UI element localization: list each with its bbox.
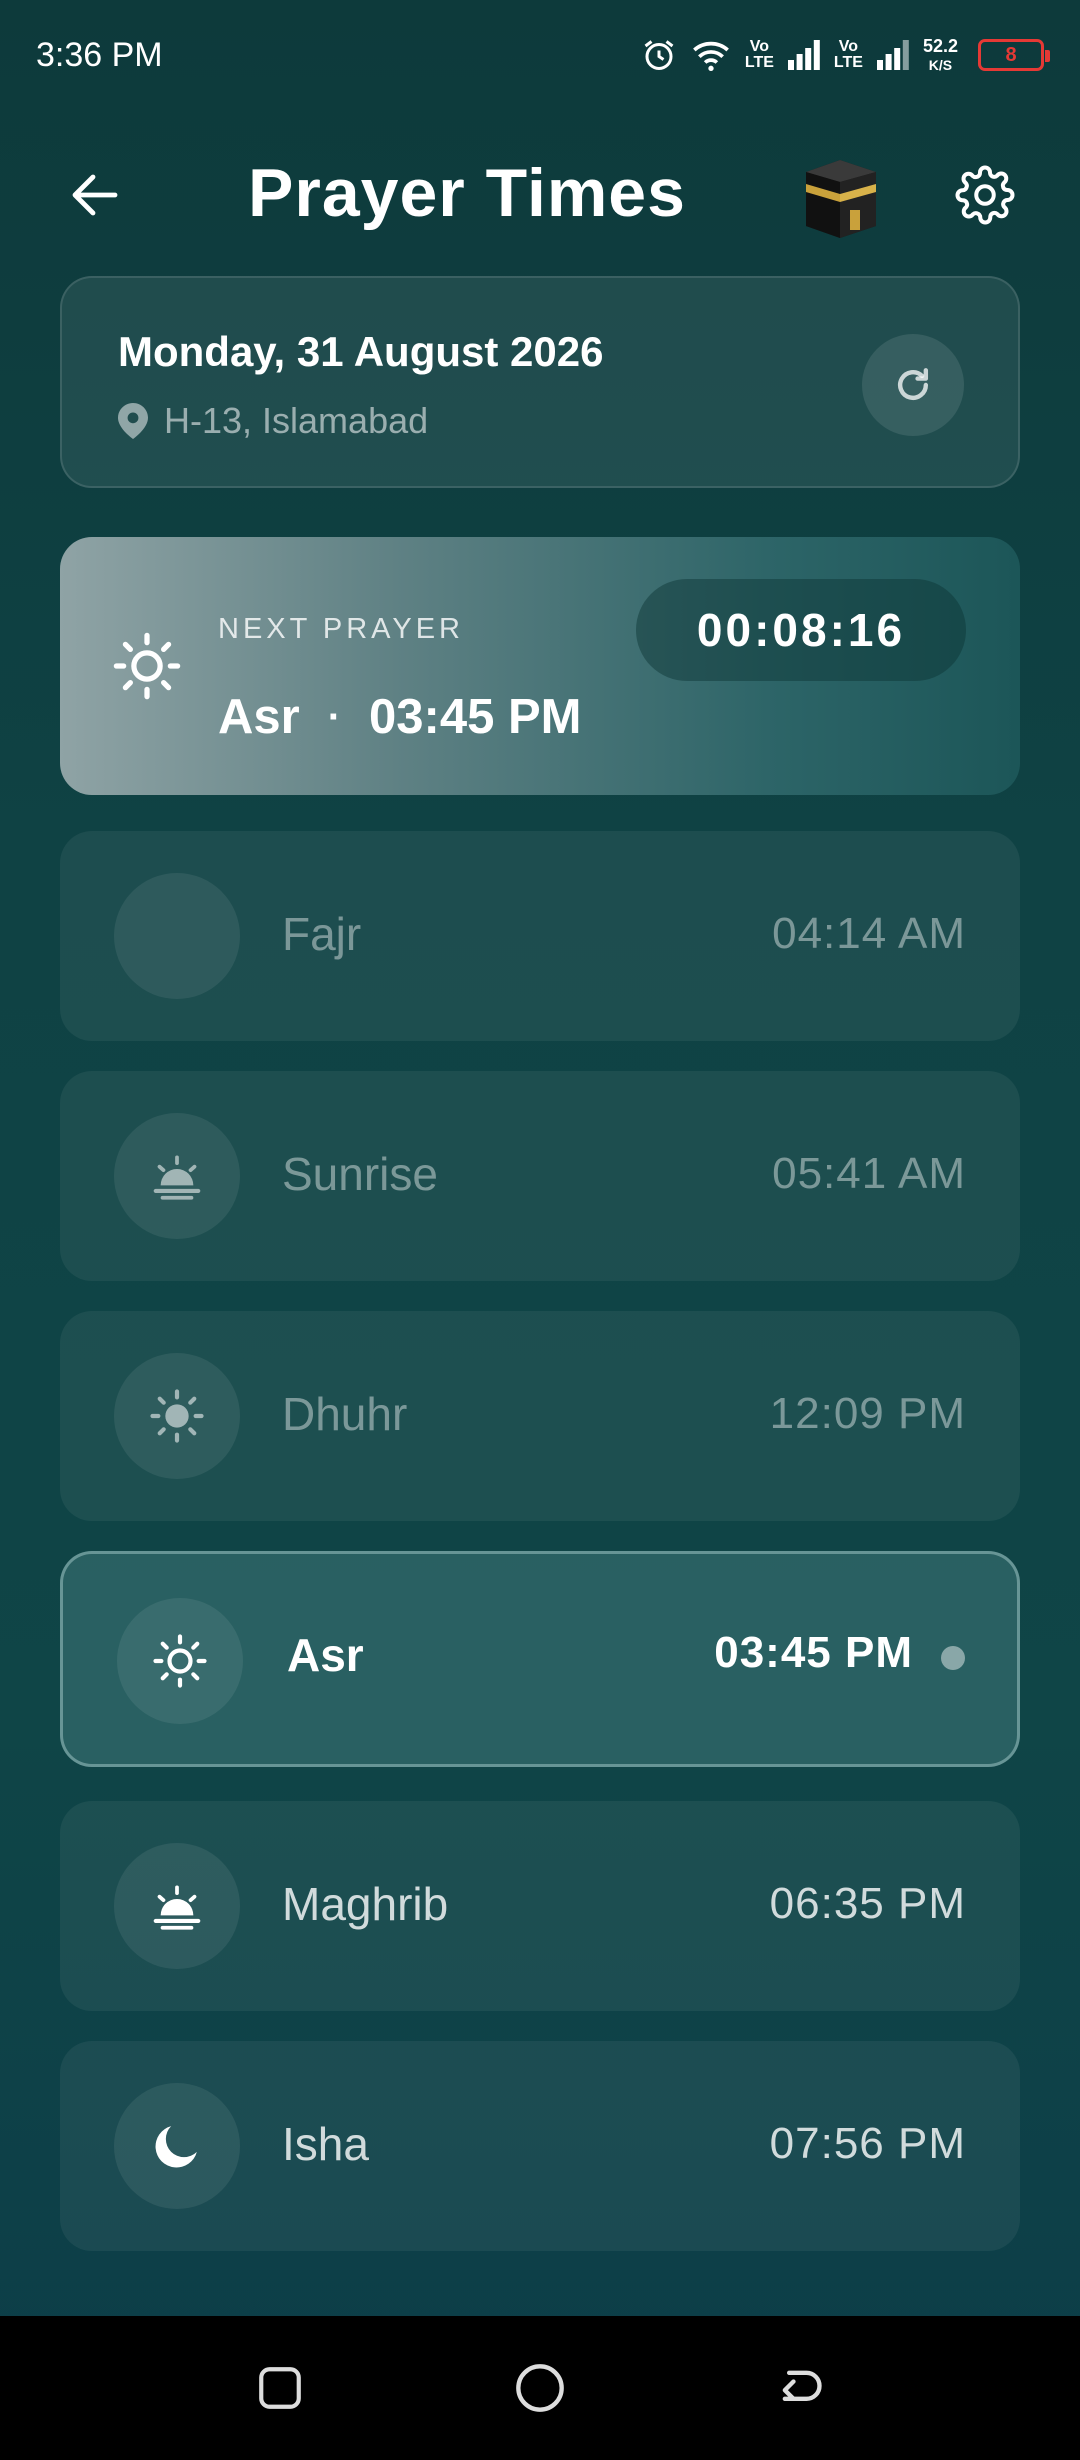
prayer-name: Isha [282,2118,369,2170]
prayer-time: 12:09 PM [769,1389,966,1438]
prayer-name: Fajr [282,908,362,960]
sun-outline-icon [153,1634,207,1688]
status-icons: Vo LTE Vo LTE 52.2 K/S 8 [641,37,1050,74]
recents-button[interactable] [240,2348,320,2428]
prayer-name: Maghrib [282,1878,449,1930]
crescent-moon-icon [161,913,184,959]
circle-icon [516,2364,564,2412]
next-prayer-name: Asr [218,690,300,744]
app-bar: Prayer Times [0,140,1080,250]
battery-icon: 8 [978,39,1050,71]
prayer-icon-circle [114,1353,240,1479]
location-row: H-13, Islamabad [118,400,428,442]
battery-level: 8 [1005,43,1017,66]
next-prayer-label: NEXT PRAYER [218,613,464,645]
signal-icon-2 [876,40,909,70]
network-speed: 52.2 K/S [923,37,958,74]
wifi-icon [691,37,731,73]
status-time: 3:36 PM [36,35,163,74]
prayer-row-asr[interactable]: Asr 03:45 PM [60,1551,1020,1767]
prayer-row-isha[interactable]: Isha 07:56 PM [60,2041,1020,2251]
prayer-time: 06:35 PM [769,1879,966,1928]
status-bar: 3:36 PM Vo LTE Vo LTE 52.2 K/S 8 [0,0,1080,110]
back-button[interactable] [60,165,130,225]
next-prayer-time: 03:45 PM [369,690,582,744]
sunset-icon [153,1885,201,1930]
lte-indicator-2: Vo LTE [833,38,863,71]
location-text: H-13, Islamabad [164,400,429,441]
prayer-icon-circle [117,1598,243,1724]
speed-unit: K/S [928,56,953,73]
lte-indicator-1: Vo LTE [744,38,774,71]
prayer-name: Dhuhr [282,1388,408,1440]
sun-icon [150,1389,204,1443]
prayer-row-fajr[interactable]: Fajr 04:14 AM [60,831,1020,1041]
arrow-left-icon [72,174,118,216]
next-prayer-card: NEXT PRAYER Asr · 03:45 PM 00:08:16 [60,537,1020,795]
refresh-icon [897,368,929,401]
kaaba-icon [806,160,876,238]
prayer-icon-circle [114,873,240,999]
nav-back-button[interactable] [760,2348,840,2428]
prayer-row-maghrib[interactable]: Maghrib 06:35 PM [60,1801,1020,2011]
page-title: Prayer Times [248,155,686,231]
date-card: Monday, 31 August 2026 H-13, Islamabad [60,276,1020,488]
moon-icon [155,2126,197,2168]
prayer-icon-circle [114,1843,240,1969]
prayer-icon-circle [114,1113,240,1239]
sunrise-icon [153,1155,201,1200]
qibla-button[interactable] [800,150,882,240]
system-nav-bar [0,2316,1080,2460]
prayer-time: 05:41 AM [772,1149,966,1198]
settings-button[interactable] [950,160,1020,230]
alarm-icon [641,37,677,73]
current-indicator-dot [941,1646,965,1670]
location-pin-icon [118,403,148,439]
sun-icon [113,632,181,700]
separator-dot: · [327,694,342,739]
square-icon [259,2367,301,2409]
prayer-row-sunrise[interactable]: Sunrise 05:41 AM [60,1071,1020,1281]
prayer-name: Asr [287,1629,364,1681]
speed-value: 52.2 [922,35,958,56]
countdown-timer: 00:08:16 [636,579,966,681]
gear-icon [955,165,1015,225]
refresh-button[interactable] [862,334,964,436]
current-date: Monday, 31 August 2026 [118,328,604,375]
prayer-name: Sunrise [282,1148,438,1200]
back-arrow-icon [782,2370,822,2401]
prayer-time: 03:45 PM [714,1628,913,1677]
home-button[interactable] [500,2348,580,2428]
signal-icon-1 [787,40,820,70]
next-prayer-info: Asr · 03:45 PM [218,689,581,745]
prayer-time: 04:14 AM [772,909,966,958]
prayer-time: 07:56 PM [769,2119,966,2168]
prayer-row-dhuhr[interactable]: Dhuhr 12:09 PM [60,1311,1020,1521]
prayer-icon-circle [114,2083,240,2209]
